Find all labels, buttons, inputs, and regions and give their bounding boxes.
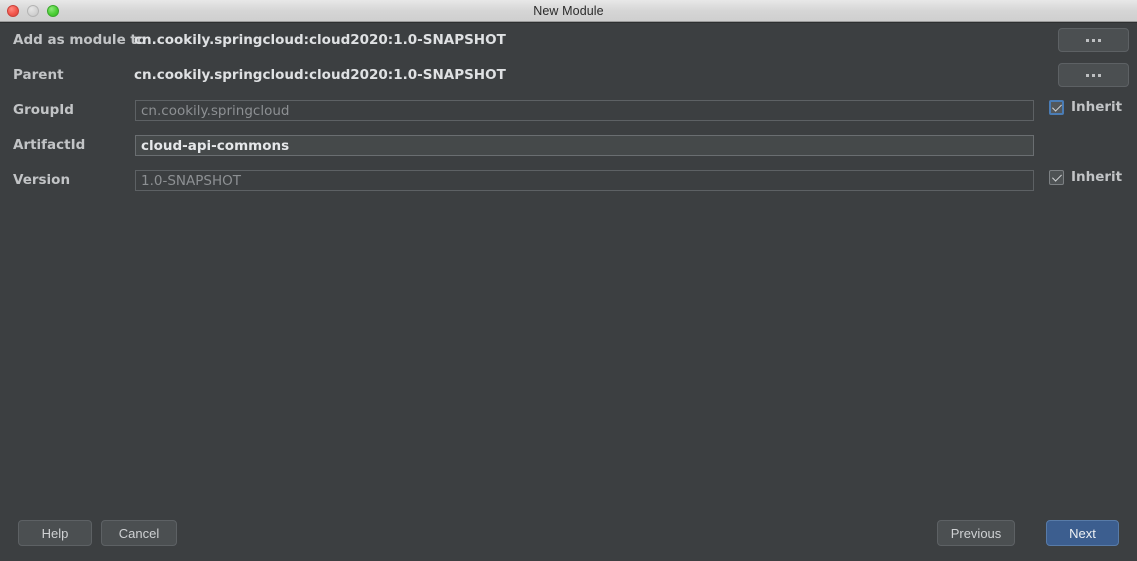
groupid-inherit-checkbox[interactable]: Inherit	[1049, 99, 1122, 115]
close-button[interactable]	[7, 4, 19, 17]
cancel-button[interactable]: Cancel	[101, 520, 177, 546]
form-row-artifactid: ArtifactId cloud-api-commons	[0, 128, 1137, 163]
dialog-footer: Help Cancel Previous Next	[0, 505, 1137, 561]
new-module-dialog: New Module Add as module to cn.cookily.s…	[0, 0, 1137, 561]
version-input[interactable]: 1.0-SNAPSHOT	[135, 170, 1034, 191]
checkbox-checked-icon[interactable]	[1049, 99, 1064, 115]
add-as-module-to-chooser-button[interactable]	[1058, 28, 1129, 52]
window-titlebar: New Module	[0, 0, 1137, 22]
version-inherit-label: Inherit	[1071, 169, 1123, 185]
dialog-content: Add as module to cn.cookily.springcloud:…	[0, 22, 1137, 561]
ellipsis-icon-dot	[1098, 38, 1101, 42]
label-version: Version	[13, 172, 71, 188]
ellipsis-icon-dot	[1098, 73, 1101, 77]
ellipsis-icon-dot	[1086, 73, 1089, 77]
form-row-groupid: GroupId cn.cookily.springcloud Inherit	[0, 93, 1137, 128]
window-controls	[7, 0, 59, 21]
version-inherit-checkbox[interactable]: Inherit	[1049, 169, 1122, 185]
ellipsis-icon-dot	[1092, 73, 1095, 77]
window-title: New Module	[533, 3, 604, 18]
ellipsis-icon-dot	[1092, 38, 1095, 42]
ellipsis-icon-dot	[1086, 38, 1089, 42]
next-button[interactable]: Next	[1046, 520, 1119, 546]
form-row-parent: Parent cn.cookily.springcloud:cloud2020:…	[0, 58, 1137, 93]
form-row-version: Version 1.0-SNAPSHOT Inherit	[0, 163, 1137, 198]
form-row-add-as-module-to: Add as module to cn.cookily.springcloud:…	[0, 23, 1137, 58]
checkbox-checked-icon[interactable]	[1049, 169, 1064, 185]
groupid-inherit-label: Inherit	[1071, 99, 1123, 115]
label-add-as-module-to: Add as module to	[13, 32, 147, 48]
parent-chooser-button[interactable]	[1058, 63, 1129, 87]
module-form: Add as module to cn.cookily.springcloud:…	[0, 23, 1137, 198]
minimize-button[interactable]	[27, 4, 39, 17]
checkmark-icon	[1051, 171, 1062, 182]
groupid-input[interactable]: cn.cookily.springcloud	[135, 100, 1034, 121]
label-artifactid: ArtifactId	[13, 137, 86, 153]
checkmark-icon	[1051, 101, 1062, 112]
label-parent: Parent	[13, 67, 64, 83]
maximize-button[interactable]	[47, 4, 59, 17]
label-groupid: GroupId	[13, 102, 74, 118]
artifactid-input[interactable]: cloud-api-commons	[135, 135, 1034, 156]
value-add-as-module-to: cn.cookily.springcloud:cloud2020:1.0-SNA…	[134, 32, 506, 48]
previous-button[interactable]: Previous	[937, 520, 1015, 546]
value-parent: cn.cookily.springcloud:cloud2020:1.0-SNA…	[134, 67, 506, 83]
help-button[interactable]: Help	[18, 520, 92, 546]
